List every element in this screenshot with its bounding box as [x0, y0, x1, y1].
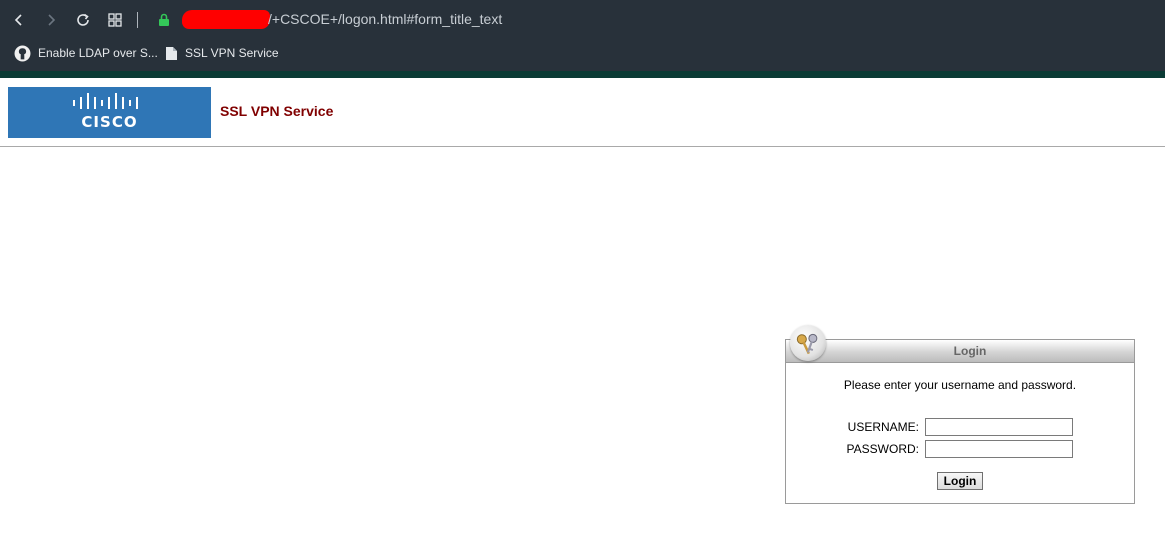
- bookmark-label: Enable LDAP over S...: [38, 46, 158, 60]
- bookmark-label: SSL VPN Service: [185, 46, 279, 60]
- bookmark-ldap[interactable]: Enable LDAP over S...: [14, 44, 158, 62]
- keys-icon: [790, 325, 826, 361]
- reload-button[interactable]: [72, 9, 94, 31]
- username-field[interactable]: [925, 418, 1073, 436]
- login-button[interactable]: Login: [937, 472, 983, 490]
- redaction-mark: [182, 10, 270, 29]
- chrome-accent-line: [0, 71, 1165, 78]
- github-icon: [14, 45, 31, 61]
- bookmark-ssl-vpn[interactable]: SSL VPN Service: [165, 44, 279, 62]
- secure-lock-button[interactable]: [153, 9, 175, 31]
- browser-chrome: /+CSCOE+/logon.html#form_title_text Enab…: [0, 0, 1165, 78]
- password-field[interactable]: [925, 440, 1073, 458]
- cisco-logo: CISCO: [8, 87, 211, 138]
- login-titlebar: Login: [786, 340, 1134, 363]
- lock-icon: [159, 13, 169, 26]
- toolbar-divider: [137, 12, 138, 28]
- login-prompt: Please enter your username and password.: [843, 378, 1077, 392]
- login-panel-title: Login: [953, 344, 987, 358]
- forward-arrow-icon: [48, 14, 56, 26]
- apps-button[interactable]: [104, 9, 126, 31]
- address-bar-url[interactable]: /+CSCOE+/logon.html#form_title_text: [268, 11, 502, 27]
- reload-icon: [77, 13, 89, 26]
- page-icon: [166, 46, 177, 60]
- page-title: SSL VPN Service: [220, 103, 334, 119]
- username-label: USERNAME:: [847, 420, 919, 434]
- password-label: PASSWORD:: [846, 442, 919, 456]
- cisco-bars-icon: [73, 93, 138, 109]
- page-header: CISCO SSL VPN Service: [0, 78, 1165, 147]
- login-panel: Login Please enter your username and pas…: [785, 325, 1135, 504]
- back-arrow-icon: [14, 14, 22, 26]
- forward-button[interactable]: [40, 9, 62, 31]
- grid-icon: [108, 13, 122, 27]
- back-button[interactable]: [8, 9, 30, 31]
- key-icon: [796, 333, 818, 355]
- cisco-wordmark: CISCO: [81, 113, 138, 131]
